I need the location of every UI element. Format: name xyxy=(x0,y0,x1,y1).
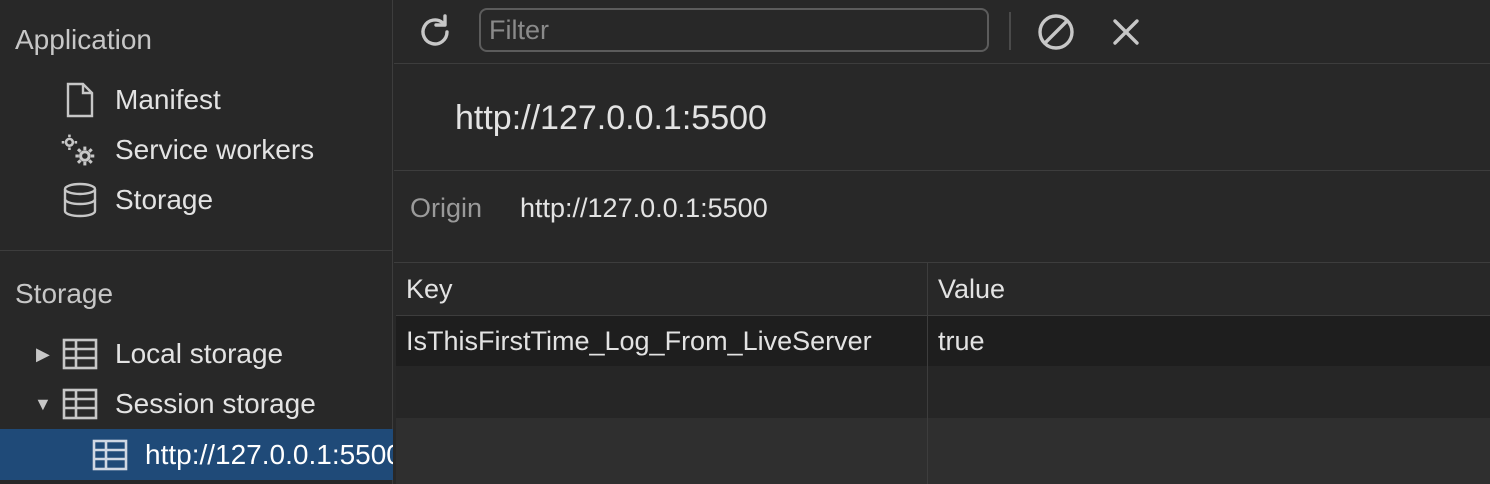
table-icon xyxy=(92,437,128,473)
close-icon[interactable] xyxy=(1104,10,1148,54)
sidebar-item-session-storage[interactable]: ▼ Session storage xyxy=(0,380,393,428)
storage-table: Key Value IsThisFirstTime_Log_From_LiveS… xyxy=(396,263,1490,484)
origin-label: Origin xyxy=(410,193,483,223)
toolbar-separator xyxy=(1009,12,1011,50)
toolbar xyxy=(394,0,1490,64)
table-row[interactable]: IsThisFirstTime_Log_From_LiveServer true xyxy=(396,316,1490,366)
database-icon xyxy=(62,182,98,218)
table-header: Key Value xyxy=(396,263,1490,316)
origin-value: http://127.0.0.1:5500 xyxy=(520,193,768,223)
chevron-right-icon[interactable]: ▶ xyxy=(36,344,50,365)
sidebar-item-storage[interactable]: Storage xyxy=(0,176,393,224)
filter-input[interactable] xyxy=(479,8,989,52)
table-icon xyxy=(62,386,98,422)
sidebar-item-local-storage[interactable]: ▶ Local storage xyxy=(0,330,393,378)
sidebar-item-session-origin[interactable]: http://127.0.0.1:5500 xyxy=(0,429,393,480)
column-header-key[interactable]: Key xyxy=(396,263,927,315)
refresh-icon[interactable] xyxy=(413,10,457,54)
empty-row xyxy=(396,418,1490,484)
sidebar-item-label: Local storage xyxy=(115,338,284,369)
main-panel: http://127.0.0.1:5500 Origin http://127.… xyxy=(394,0,1490,484)
sidebar: Application Manifest Service workers Sto… xyxy=(0,0,393,484)
sidebar-item-label: Service workers xyxy=(115,134,315,165)
storage-section-title: Storage xyxy=(15,278,114,309)
sidebar-item-label: http://127.0.0.1:5500 xyxy=(145,438,393,470)
column-header-value[interactable]: Value xyxy=(928,263,1490,315)
application-section-title: Application xyxy=(15,24,152,55)
sidebar-item-service-workers[interactable]: Service workers xyxy=(0,126,393,174)
document-icon xyxy=(62,82,98,118)
sidebar-item-label: Storage xyxy=(115,184,214,215)
origin-info: Origin http://127.0.0.1:5500 xyxy=(394,171,1490,263)
page-title: http://127.0.0.1:5500 xyxy=(455,99,767,137)
sidebar-divider xyxy=(0,250,393,251)
chevron-down-icon[interactable]: ▼ xyxy=(34,394,52,415)
sidebar-item-label: Manifest xyxy=(115,84,221,115)
sidebar-item-manifest[interactable]: Manifest xyxy=(0,76,393,124)
sidebar-item-label: Session storage xyxy=(115,388,316,419)
clear-all-icon[interactable] xyxy=(1034,10,1078,54)
cell-key[interactable]: IsThisFirstTime_Log_From_LiveServer xyxy=(396,316,927,366)
storage-title: http://127.0.0.1:5500 xyxy=(394,64,1490,171)
column-divider[interactable] xyxy=(927,263,928,484)
cell-value[interactable]: true xyxy=(928,316,1490,366)
empty-row xyxy=(396,366,1490,418)
gears-icon xyxy=(60,132,96,168)
table-icon xyxy=(62,336,98,372)
